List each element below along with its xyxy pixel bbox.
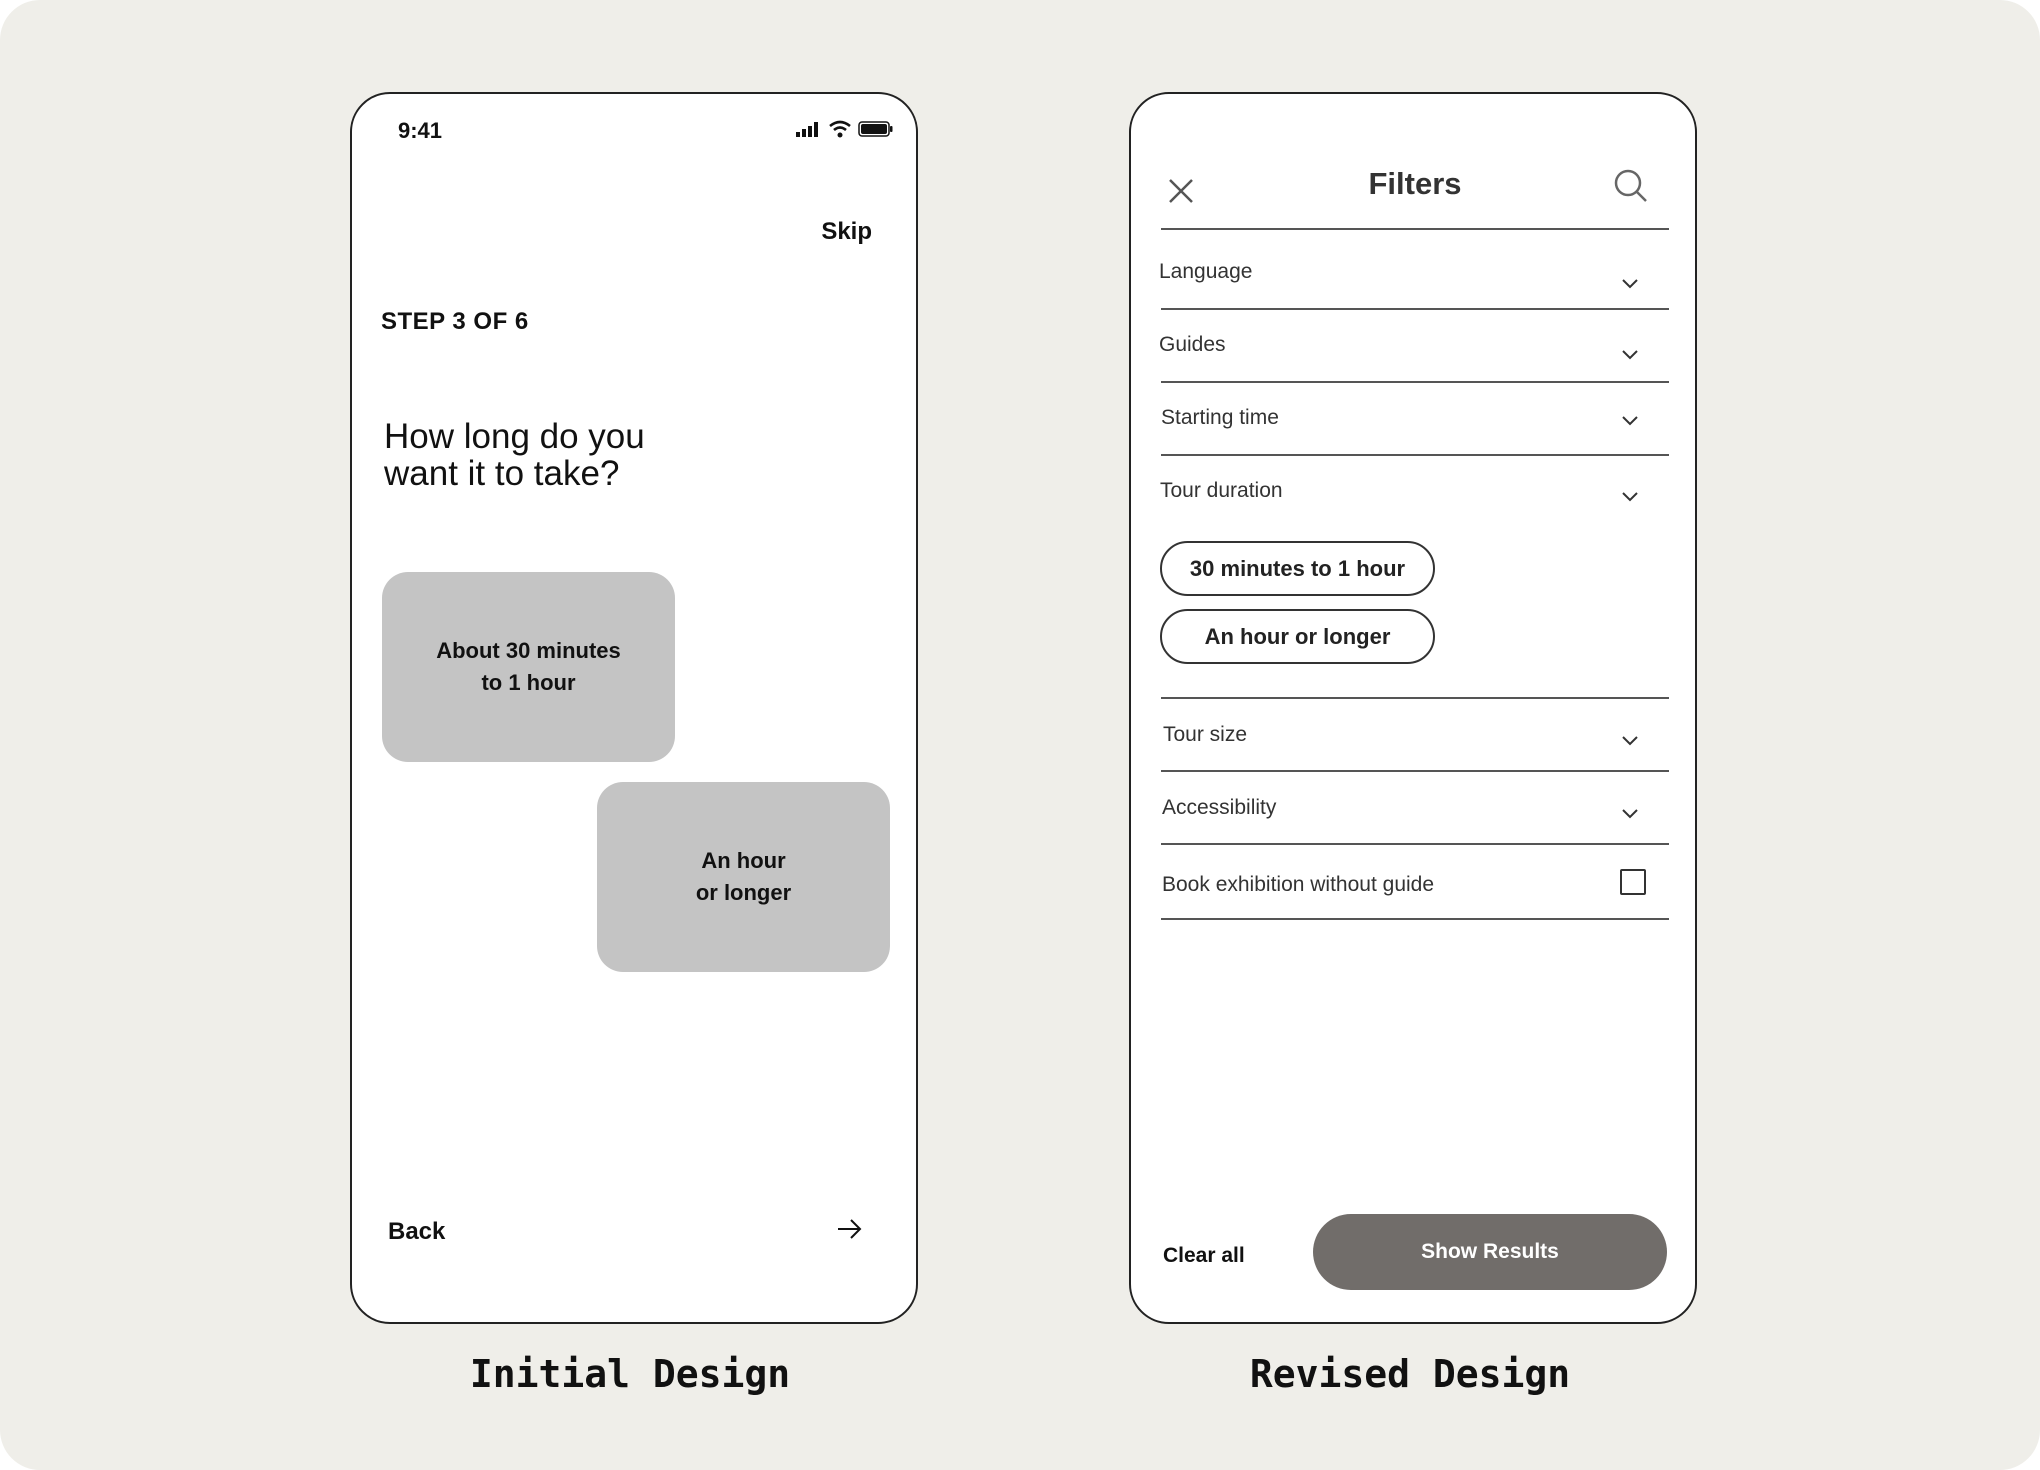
book-without-guide-checkbox[interactable] <box>1620 869 1646 895</box>
filter-label-tour-size[interactable]: Tour size <box>1163 723 1247 747</box>
back-button[interactable]: Back <box>388 1218 445 1246</box>
wifi-icon <box>829 120 851 138</box>
filter-label-starting-time[interactable]: Starting time <box>1161 406 1279 430</box>
duration-chip-long[interactable]: An hour or longer <box>1160 609 1435 664</box>
filter-label-tour-duration[interactable]: Tour duration <box>1160 479 1283 503</box>
divider <box>1161 770 1669 772</box>
chevron-down-icon[interactable] <box>1621 415 1639 427</box>
duration-chip-short[interactable]: 30 minutes to 1 hour <box>1160 541 1435 596</box>
clear-all-button[interactable]: Clear all <box>1163 1244 1245 1268</box>
divider <box>1161 308 1669 310</box>
chevron-down-icon[interactable] <box>1621 735 1639 747</box>
show-results-button[interactable]: Show Results <box>1313 1214 1667 1290</box>
revised-design-caption: Revised Design <box>1249 1352 1571 1396</box>
signal-icon <box>796 122 818 137</box>
divider <box>1161 918 1669 920</box>
filter-label-language[interactable]: Language <box>1159 260 1252 284</box>
canvas-background: 9:41 Skip STEP 3 OF 6 How long do you wa… <box>0 0 2040 1470</box>
divider <box>1161 697 1669 699</box>
status-time: 9:41 <box>398 118 443 143</box>
revised-design-phone: Filters Language Guides Starting time To… <box>1129 92 1697 1324</box>
step-indicator: STEP 3 OF 6 <box>381 308 529 335</box>
battery-icon <box>858 121 893 137</box>
filter-label-accessibility[interactable]: Accessibility <box>1162 796 1276 820</box>
chevron-down-icon[interactable] <box>1621 808 1639 820</box>
skip-button[interactable]: Skip <box>821 218 872 246</box>
duration-option-short[interactable]: About 30 minutes to 1 hour <box>382 572 675 762</box>
chevron-down-icon[interactable] <box>1621 278 1639 290</box>
initial-design-caption: Initial Design <box>469 1352 791 1396</box>
chevron-down-icon[interactable] <box>1621 491 1639 503</box>
filter-label-book-without-guide: Book exhibition without guide <box>1162 873 1435 896</box>
search-icon[interactable] <box>1613 168 1649 204</box>
divider <box>1161 843 1669 845</box>
arrow-right-icon[interactable] <box>834 1214 864 1244</box>
duration-option-long[interactable]: An hour or longer <box>597 782 890 972</box>
initial-design-phone: 9:41 Skip STEP 3 OF 6 How long do you wa… <box>350 92 918 1324</box>
divider <box>1161 454 1669 456</box>
chevron-down-icon[interactable] <box>1621 349 1639 361</box>
filter-label-guides[interactable]: Guides <box>1159 333 1226 357</box>
divider <box>1161 228 1669 230</box>
divider <box>1161 381 1669 383</box>
question-heading: How long do you want it to take? <box>384 417 645 493</box>
status-icons <box>796 120 894 138</box>
